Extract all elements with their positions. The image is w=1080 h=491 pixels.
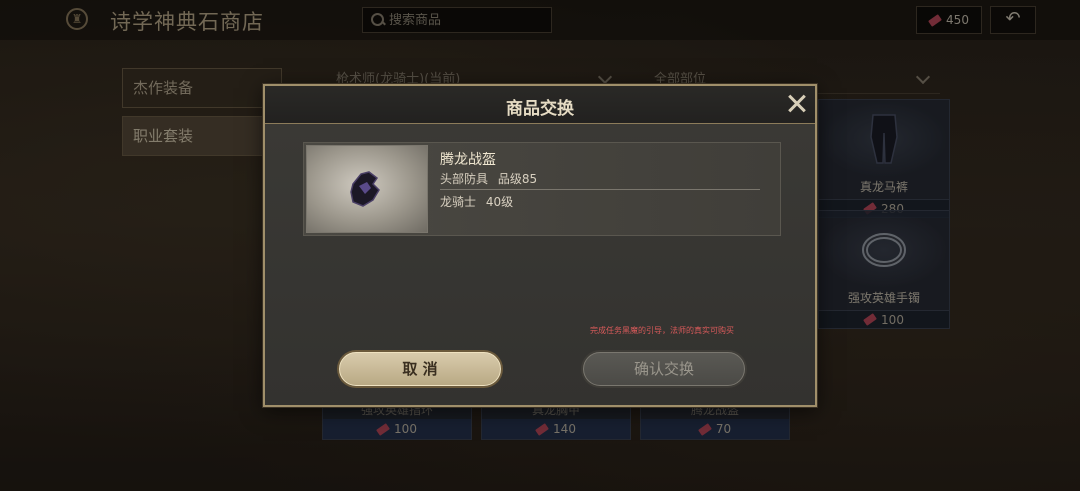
divider — [440, 189, 760, 190]
dialog-title: 商品交换 — [506, 99, 574, 119]
item-detail-panel: 腾龙战盔 头部防具 品级85 龙骑士 40级 — [303, 142, 781, 236]
close-icon[interactable] — [785, 92, 809, 116]
purchase-warning: 完成任务黑魔的引导，法师的真实可购买 — [590, 326, 734, 335]
item-slot: 头部防具 — [440, 172, 489, 186]
level-requirement: 40级 — [485, 195, 514, 209]
item-thumbnail — [306, 145, 428, 233]
exchange-dialog: 商品交换 腾龙战盔 头部防具 品级85 龙骑士 40级 完成任务黑魔的引导，法师… — [263, 84, 817, 407]
cancel-button[interactable]: 取 消 — [339, 352, 501, 386]
job-requirement: 龙骑士 — [440, 195, 477, 209]
item-requirement: 龙骑士 40级 — [440, 193, 513, 210]
item-meta: 头部防具 品级85 — [440, 170, 537, 187]
item-name: 腾龙战盔 — [440, 152, 496, 168]
item-level: 品级85 — [497, 172, 538, 186]
dialog-header: 商品交换 — [265, 86, 815, 124]
helmet-icon — [350, 171, 380, 207]
confirm-exchange-button[interactable]: 确认交换 — [583, 352, 745, 386]
